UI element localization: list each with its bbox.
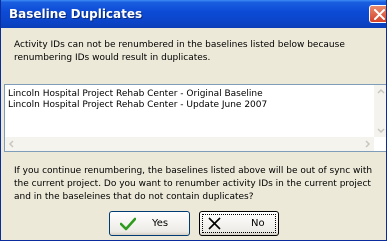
close-icon xyxy=(374,9,385,20)
yes-button-label: Yes xyxy=(152,218,169,229)
scroll-up-icon[interactable] xyxy=(376,87,386,97)
baselines-listbox[interactable]: Lincoln Hospital Project Rehab Center - … xyxy=(4,84,386,152)
dialog-title: Baseline Duplicates xyxy=(9,7,143,21)
dialog-question: If you continue renumbering, the baselin… xyxy=(14,166,373,202)
scroll-left-icon[interactable] xyxy=(7,139,17,149)
no-button[interactable]: No xyxy=(199,211,279,236)
scroll-down-icon[interactable] xyxy=(376,125,386,135)
title-bar[interactable]: Baseline Duplicates xyxy=(1,0,386,28)
vertical-scrollbar[interactable] xyxy=(374,85,386,137)
checkmark-icon xyxy=(120,217,136,231)
scroll-right-icon[interactable] xyxy=(362,139,372,149)
no-button-label: No xyxy=(251,218,265,229)
x-icon xyxy=(208,217,221,230)
horizontal-scrollbar[interactable] xyxy=(5,137,374,151)
yes-button[interactable]: Yes xyxy=(109,211,190,236)
baseline-duplicates-dialog: Baseline Duplicates Activity IDs can not… xyxy=(0,0,387,241)
dialog-message: Activity IDs can not be renumbered in th… xyxy=(14,40,345,63)
list-item[interactable]: Lincoln Hospital Project Rehab Center - … xyxy=(8,100,267,111)
list-item[interactable]: Lincoln Hospital Project Rehab Center - … xyxy=(8,89,263,100)
close-button[interactable] xyxy=(369,5,386,23)
